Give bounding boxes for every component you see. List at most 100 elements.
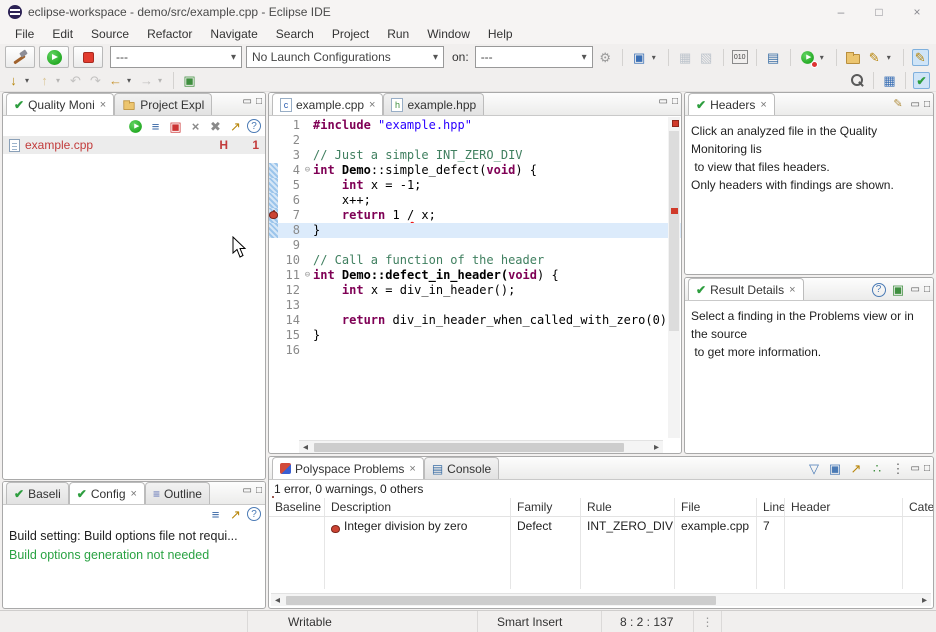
search-icon[interactable] <box>849 72 866 89</box>
column-header-baseline[interactable]: Baseline <box>269 498 325 516</box>
forward-history-icon[interactable]: → <box>138 72 155 89</box>
tab-polyspace-problems[interactable]: Polyspace Problems × <box>272 457 424 479</box>
code-line-1[interactable]: 1#include "example.hpp" <box>269 118 681 133</box>
back-history-icon[interactable]: ← <box>107 72 124 89</box>
build-button[interactable] <box>5 46 35 68</box>
menu-help[interactable]: Help <box>479 27 522 41</box>
binary-file-icon[interactable]: 010 <box>732 50 748 64</box>
tab-outline[interactable]: ≡ Outline <box>145 482 210 504</box>
status-overflow-icon[interactable]: ⋮ <box>702 615 714 629</box>
code-line-11[interactable]: 11⊖int Demo::defect_in_header(void) { <box>269 268 681 283</box>
code-line-10[interactable]: 10// Call a function of the header <box>269 253 681 268</box>
code-line-8[interactable]: 8} <box>269 223 681 238</box>
menu-search[interactable]: Search <box>267 27 323 41</box>
new-wizard-icon[interactable]: ▣ <box>631 49 648 66</box>
code-line-9[interactable]: 9 <box>269 238 681 253</box>
new-wizard-dropdown-icon[interactable]: ▾ <box>652 53 660 62</box>
copy-results-icon[interactable]: ▣ <box>167 118 184 135</box>
remove-icon[interactable]: × <box>187 118 204 135</box>
build-config-combo[interactable]: --- ▾ <box>110 46 242 68</box>
minimize-view-icon[interactable]: ▭ <box>243 485 252 496</box>
focus-console-icon[interactable]: ▣ <box>827 460 844 477</box>
scroll-left-icon[interactable]: ◂ <box>299 442 312 453</box>
launch-config-combo[interactable]: No Launch Configurations ▾ <box>246 46 444 68</box>
target-gear-icon[interactable]: ⚙ <box>597 49 614 66</box>
overview-line7-marker[interactable] <box>671 208 678 214</box>
console-view-icon[interactable]: ▤ <box>765 49 782 66</box>
menu-project[interactable]: Project <box>323 27 378 41</box>
tab-config[interactable]: ✔ Config × <box>69 482 145 504</box>
list-options-icon[interactable]: ≡ <box>207 506 224 523</box>
messages-icon[interactable]: ≡ <box>147 118 164 135</box>
menu-window[interactable]: Window <box>418 27 479 41</box>
menu-navigate[interactable]: Navigate <box>201 27 266 41</box>
close-icon[interactable]: × <box>131 488 137 500</box>
paintbrush-toggle-icon[interactable]: ✎ <box>912 49 929 66</box>
code-editor[interactable]: 1#include "example.hpp"23// Just a simpl… <box>269 116 681 358</box>
column-header-cate[interactable]: Cate <box>903 498 934 516</box>
maximize-view-icon[interactable]: □ <box>924 463 930 474</box>
stop-button[interactable] <box>73 46 103 68</box>
open-folder-icon[interactable] <box>845 49 862 66</box>
maximize-view-icon[interactable]: □ <box>924 99 930 110</box>
close-icon[interactable]: × <box>369 99 375 111</box>
tab-headers[interactable]: ✔ Headers × <box>688 93 775 115</box>
close-icon[interactable]: × <box>789 284 795 296</box>
eraser-icon[interactable]: ✎ <box>890 96 907 113</box>
window-minimize-button[interactable]: – <box>822 0 860 24</box>
tab-baseline[interactable]: ✔ Baseli <box>6 482 69 504</box>
code-line-6[interactable]: 6 x++; <box>269 193 681 208</box>
tab-project-explorer[interactable]: Project Expl <box>114 93 212 115</box>
analyzed-file-row[interactable]: example.cpp H 1 <box>3 136 265 154</box>
wand-icon[interactable]: ✎ <box>866 49 883 66</box>
code-line-12[interactable]: 12 int x = div_in_header(); <box>269 283 681 298</box>
view-menu-icon[interactable]: ⋮ <box>890 460 907 477</box>
export-icon[interactable]: ↗ <box>227 506 244 523</box>
last-edit-back-icon[interactable]: ↶ <box>67 72 84 89</box>
maximize-view-icon[interactable]: □ <box>256 96 262 107</box>
scroll-right-icon[interactable]: ▸ <box>918 595 931 606</box>
run-external-dropdown-icon[interactable]: ▾ <box>820 53 828 62</box>
menu-file[interactable]: File <box>6 27 43 41</box>
previous-annotation-icon[interactable]: ↑ <box>36 72 53 89</box>
maximize-view-icon[interactable]: □ <box>672 96 678 107</box>
scroll-right-icon[interactable]: ▸ <box>650 442 663 453</box>
next-annotation-dropdown-icon[interactable]: ▾ <box>25 76 33 85</box>
pin-editor-icon[interactable]: ▣ <box>181 72 198 89</box>
close-icon[interactable]: × <box>760 99 766 111</box>
wand-dropdown-icon[interactable]: ▾ <box>887 53 895 62</box>
previous-annotation-dropdown-icon[interactable]: ▾ <box>56 76 64 85</box>
column-header-family[interactable]: Family <box>511 498 581 516</box>
export-icon[interactable]: ↗ <box>848 460 865 477</box>
column-header-description[interactable]: Description <box>325 498 511 516</box>
column-header-line[interactable]: Line <box>757 498 785 516</box>
menu-source[interactable]: Source <box>82 27 138 41</box>
bug-marker-icon[interactable] <box>269 211 278 219</box>
open-perspective-icon[interactable]: ▦ <box>881 72 898 89</box>
column-header-header[interactable]: Header <box>785 498 903 516</box>
tab-editor-example-cpp[interactable]: c example.cpp × <box>272 93 383 115</box>
scroll-left-icon[interactable]: ◂ <box>271 595 284 606</box>
open-in-window-icon[interactable]: ▣ <box>890 281 907 298</box>
polyspace-perspective-icon[interactable]: ✔ <box>913 72 930 89</box>
minimize-view-icon[interactable]: ▭ <box>911 463 920 474</box>
filter-icon[interactable]: ▽ <box>806 460 823 477</box>
minimize-view-icon[interactable]: ▭ <box>911 99 920 110</box>
save-all-icon[interactable]: ▧ <box>698 49 715 66</box>
launch-target-combo[interactable]: --- ▾ <box>475 46 593 68</box>
tab-editor-example-hpp[interactable]: h example.hpp <box>383 93 484 115</box>
next-annotation-icon[interactable]: ↓ <box>5 72 22 89</box>
tab-console[interactable]: ▤ Console <box>424 457 499 479</box>
problem-row[interactable]: Integer division by zeroDefectINT_ZERO_D… <box>269 517 933 535</box>
window-maximize-button[interactable]: □ <box>860 0 898 24</box>
minimize-view-icon[interactable]: ▭ <box>243 96 252 107</box>
run-button[interactable] <box>39 46 69 68</box>
column-header-rule[interactable]: Rule <box>581 498 675 516</box>
link-with-editor-icon[interactable]: ∴ <box>869 460 886 477</box>
menu-edit[interactable]: Edit <box>43 27 82 41</box>
help-icon[interactable]: ? <box>247 119 261 133</box>
back-history-dropdown-icon[interactable]: ▾ <box>127 76 135 85</box>
last-edit-forward-icon[interactable]: ↷ <box>87 72 104 89</box>
code-line-2[interactable]: 2 <box>269 133 681 148</box>
forward-history-dropdown-icon[interactable]: ▾ <box>158 76 166 85</box>
